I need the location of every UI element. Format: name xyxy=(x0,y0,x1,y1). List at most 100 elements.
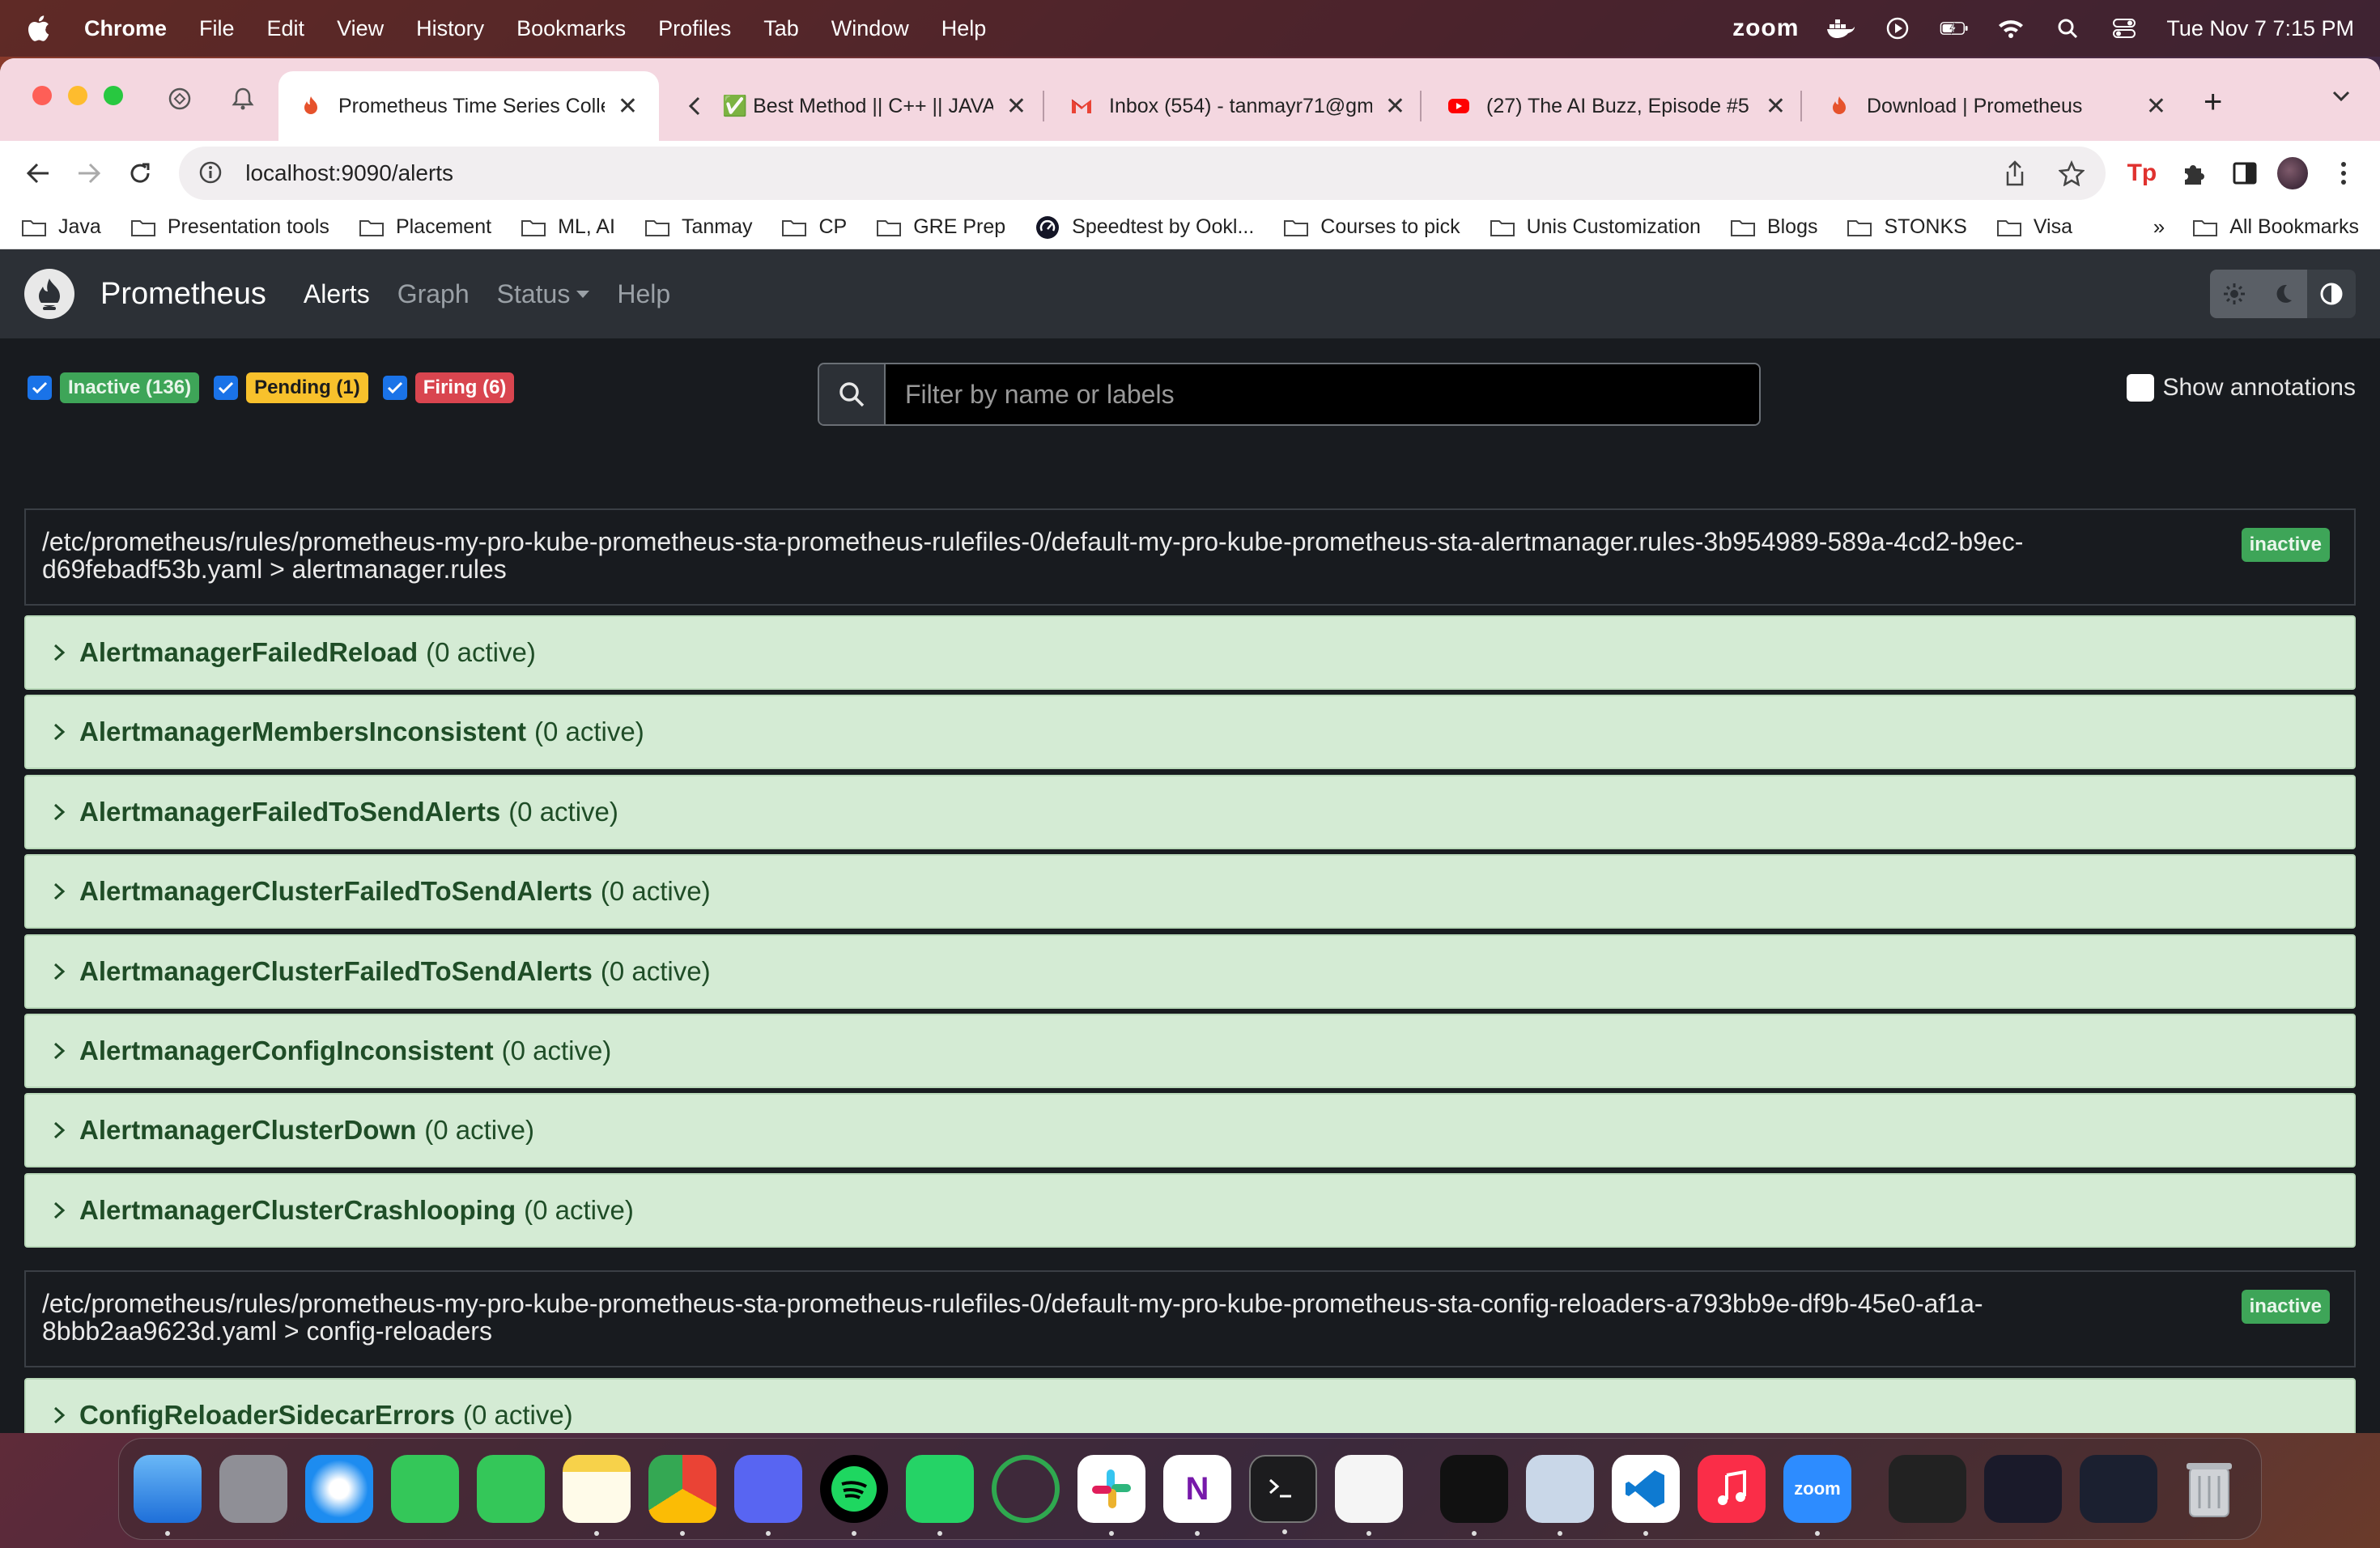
music-icon[interactable] xyxy=(1698,1455,1766,1523)
alert-search-input[interactable]: Filter by name or labels xyxy=(886,364,1759,424)
bookmark-folder-gre-prep[interactable]: GRE Prep xyxy=(876,215,1005,239)
close-window-button[interactable] xyxy=(32,86,52,105)
menu-tab[interactable]: Tab xyxy=(763,16,799,41)
address-bar[interactable]: localhost:9090/alerts xyxy=(179,147,2106,200)
inactive-checkbox[interactable] xyxy=(28,376,52,400)
spotlight-search-icon[interactable] xyxy=(2053,16,2082,40)
whatsapp-icon[interactable] xyxy=(906,1455,974,1536)
menu-file[interactable]: File xyxy=(199,16,235,41)
share-icon[interactable] xyxy=(2000,159,2029,188)
bookmark-speedtest[interactable]: Speedtest by Ookl... xyxy=(1035,215,1254,240)
pending-checkbox[interactable] xyxy=(214,376,239,400)
bookmark-folder-cp[interactable]: CP xyxy=(781,215,847,239)
new-tab-button[interactable]: + xyxy=(2204,86,2222,118)
bookmark-folder-unis-customization[interactable]: Unis Customization xyxy=(1490,215,1701,239)
bookmark-folder-ml-ai[interactable]: ML, AI xyxy=(521,215,615,239)
bookmarks-overflow-button[interactable]: » xyxy=(2153,215,2165,240)
tab-gmail-inbox[interactable]: Inbox (554) - tanmayr71@gm ✕ xyxy=(1049,71,1426,141)
nav-graph[interactable]: Graph xyxy=(397,279,470,309)
nav-alerts[interactable]: Alerts xyxy=(304,279,370,309)
extensions-puzzle-icon[interactable] xyxy=(2178,157,2208,189)
minimized-window-zoom[interactable] xyxy=(1984,1455,2062,1523)
zoom-status-item[interactable]: zoom xyxy=(1732,15,1799,42)
menu-history[interactable]: History xyxy=(416,16,484,41)
bookmark-folder-placement[interactable]: Placement xyxy=(359,215,491,239)
tab-close-icon[interactable]: ✕ xyxy=(1006,92,1026,121)
tab-close-icon[interactable]: ✕ xyxy=(1766,92,1786,121)
zoom-icon[interactable]: zoom xyxy=(1783,1455,1851,1536)
alert-rule-row[interactable]: AlertmanagerClusterCrashlooping (0 activ… xyxy=(24,1173,2356,1248)
minimized-window-slack[interactable] xyxy=(2080,1455,2157,1523)
safari-icon[interactable] xyxy=(305,1455,373,1523)
auto-theme-contrast-icon[interactable] xyxy=(2307,270,2356,318)
bookmark-star-icon[interactable] xyxy=(2057,159,2086,188)
slack-icon[interactable] xyxy=(1077,1455,1145,1536)
alert-rule-row[interactable]: AlertmanagerFailedToSendAlerts (0 active… xyxy=(24,775,2356,849)
bookmark-folder-java[interactable]: Java xyxy=(21,215,101,239)
bookmark-folder-tanmay[interactable]: Tanmay xyxy=(644,215,752,239)
prometheus-logo-icon[interactable] xyxy=(24,269,74,319)
menu-view[interactable]: View xyxy=(337,16,384,41)
wifi-icon[interactable] xyxy=(1996,16,2025,40)
menu-edit[interactable]: Edit xyxy=(267,16,305,41)
discord-icon[interactable] xyxy=(734,1455,802,1536)
bookmark-folder-stonks[interactable]: STONKS xyxy=(1847,215,1967,239)
side-panel-icon[interactable] xyxy=(2229,157,2259,189)
onenote-icon[interactable]: N xyxy=(1163,1455,1231,1536)
nav-status-dropdown[interactable]: Status xyxy=(497,279,590,309)
pinned-tab-chatgpt[interactable] xyxy=(162,81,198,117)
menu-bookmarks[interactable]: Bookmarks xyxy=(516,16,626,41)
textedit-icon[interactable] xyxy=(1335,1455,1403,1536)
screens-app-icon[interactable] xyxy=(1440,1455,1508,1536)
maximize-window-button[interactable] xyxy=(104,86,123,105)
tab-youtube-ai-buzz[interactable]: (27) The AI Buzz, Episode #5 ✕ xyxy=(1426,71,1807,141)
all-bookmarks-folder[interactable]: All Bookmarks xyxy=(2192,215,2359,239)
reload-icon[interactable] xyxy=(123,155,156,191)
light-theme-sun-icon[interactable] xyxy=(2210,270,2259,318)
terminal-icon[interactable] xyxy=(1249,1455,1317,1534)
facetime-icon[interactable] xyxy=(477,1455,545,1523)
tab-search-chevron-down-icon[interactable] xyxy=(2331,89,2351,106)
menu-profiles[interactable]: Profiles xyxy=(658,16,731,41)
spotify-icon[interactable] xyxy=(820,1455,888,1536)
tab-best-method[interactable]: ✅ Best Method || C++ || JAVA ✕ xyxy=(662,71,1048,141)
play-circle-icon[interactable] xyxy=(1883,16,1912,40)
chrome-menu-icon[interactable] xyxy=(2329,157,2359,189)
alert-rule-row[interactable]: AlertmanagerClusterDown (0 active) xyxy=(24,1093,2356,1167)
alert-rule-row[interactable]: ConfigReloaderSidecarErrors (0 active) xyxy=(24,1378,2356,1433)
alert-rule-row[interactable]: AlertmanagerMembersInconsistent (0 activ… xyxy=(24,695,2356,769)
bookmark-folder-visa[interactable]: Visa xyxy=(1996,215,2072,239)
apple-icon[interactable] xyxy=(26,14,52,43)
finder-icon[interactable] xyxy=(134,1455,202,1536)
alert-rule-row[interactable]: AlertmanagerConfigInconsistent (0 active… xyxy=(24,1014,2356,1088)
tab-close-icon[interactable]: ✕ xyxy=(1385,92,1405,121)
chrome-icon[interactable] xyxy=(648,1455,716,1536)
alert-rule-row[interactable]: AlertmanagerClusterFailedToSendAlerts (0… xyxy=(24,854,2356,929)
bookmark-folder-presentation-tools[interactable]: Presentation tools xyxy=(130,215,329,239)
alert-rule-row[interactable]: AlertmanagerFailedReload (0 active) xyxy=(24,615,2356,690)
tab-close-icon[interactable]: ✕ xyxy=(618,92,638,121)
notes-icon[interactable] xyxy=(563,1455,631,1536)
tab-close-icon[interactable]: ✕ xyxy=(2146,92,2166,121)
preview-icon[interactable] xyxy=(1526,1455,1594,1536)
pinned-tab-notification[interactable] xyxy=(225,81,261,117)
loading-app-icon[interactable] xyxy=(992,1455,1060,1523)
vscode-icon[interactable] xyxy=(1612,1455,1680,1536)
launchpad-icon[interactable] xyxy=(219,1455,287,1523)
docker-icon[interactable] xyxy=(1826,16,1855,40)
tab-prometheus-alerts[interactable]: Prometheus Time Series Colle ✕ xyxy=(278,71,659,141)
alert-rule-row[interactable]: AlertmanagerClusterFailedToSendAlerts (0… xyxy=(24,934,2356,1009)
dark-theme-moon-icon[interactable] xyxy=(2259,270,2307,318)
show-annotations-toggle[interactable]: Show annotations xyxy=(2127,374,2356,402)
prometheus-brand[interactable]: Prometheus xyxy=(100,277,266,312)
show-annotations-checkbox[interactable] xyxy=(2127,374,2155,402)
bookmark-folder-courses-to-pick[interactable]: Courses to pick xyxy=(1283,215,1460,239)
menu-help[interactable]: Help xyxy=(941,16,987,41)
forward-arrow-icon[interactable] xyxy=(72,155,105,191)
bookmark-folder-blogs[interactable]: Blogs xyxy=(1730,215,1817,239)
url-text[interactable]: localhost:9090/alerts xyxy=(245,160,1973,186)
menu-window[interactable]: Window xyxy=(831,16,909,41)
tp-extension-icon[interactable]: Tp xyxy=(2127,157,2157,189)
site-info-icon[interactable] xyxy=(198,160,224,186)
tab-download-prometheus[interactable]: Download | Prometheus ✕ xyxy=(1807,71,2187,141)
